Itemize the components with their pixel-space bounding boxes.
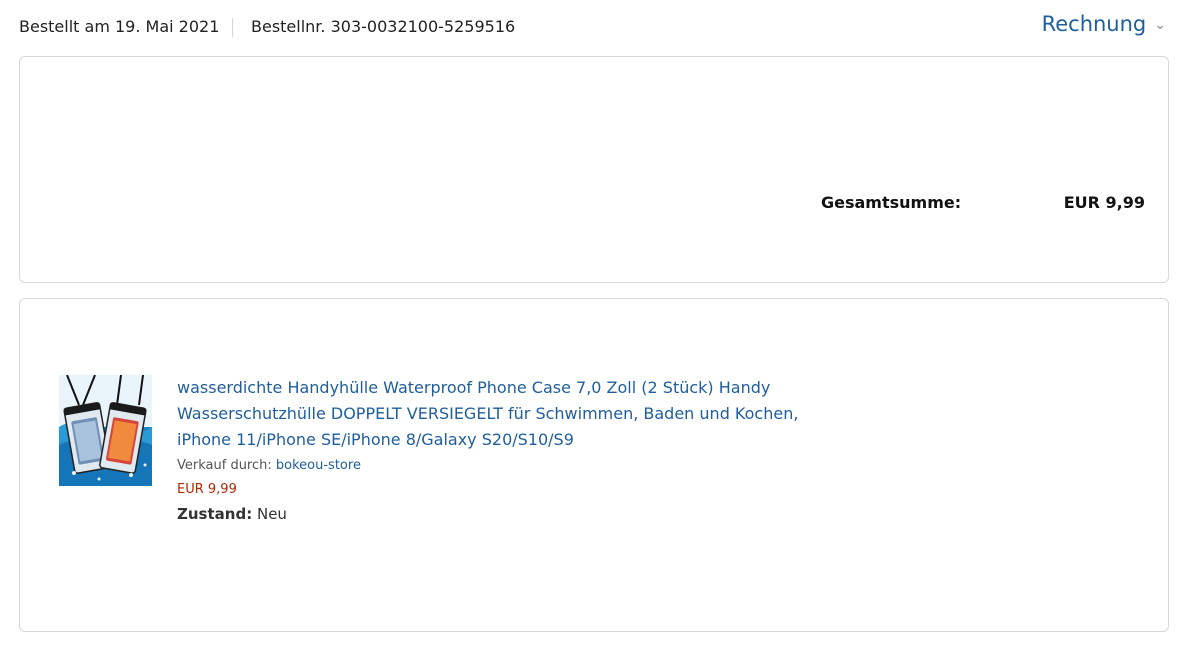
product-image[interactable]	[59, 375, 152, 486]
seller-link[interactable]: bokeou-store	[276, 458, 361, 473]
total-value: EUR 9,99	[1063, 193, 1145, 212]
seller-row: Verkauf durch: bokeou-store	[177, 456, 817, 476]
order-header: Bestellt am 19. Mai 2021 Bestellnr. 303-…	[19, 0, 1169, 56]
order-summary-box: Gesamtsumme: EUR 9,99	[19, 56, 1169, 283]
sold-by-label: Verkauf durch:	[177, 458, 272, 473]
condition-value: Neu	[256, 505, 287, 523]
order-date: Bestellt am 19. Mai 2021	[19, 17, 220, 36]
item-price: EUR 9,99	[177, 482, 237, 497]
total-label: Gesamtsumme:	[821, 193, 962, 212]
chevron-down-icon[interactable]: ⌄	[1154, 17, 1166, 33]
item-condition: Zustand: Neu	[177, 503, 817, 525]
header-divider	[232, 18, 233, 37]
condition-label: Zustand:	[177, 505, 253, 523]
order-item-box: wasserdichte Handyhülle Waterproof Phone…	[19, 298, 1169, 632]
invoice-label[interactable]: Rechnung	[1042, 12, 1147, 36]
item-details: wasserdichte Handyhülle Waterproof Phone…	[177, 375, 817, 525]
product-title-link[interactable]: wasserdichte Handyhülle Waterproof Phone…	[177, 375, 817, 453]
invoice-dropdown[interactable]: Rechnung ⌄	[1042, 12, 1166, 36]
order-number: Bestellnr. 303-0032100-5259516	[251, 17, 516, 36]
